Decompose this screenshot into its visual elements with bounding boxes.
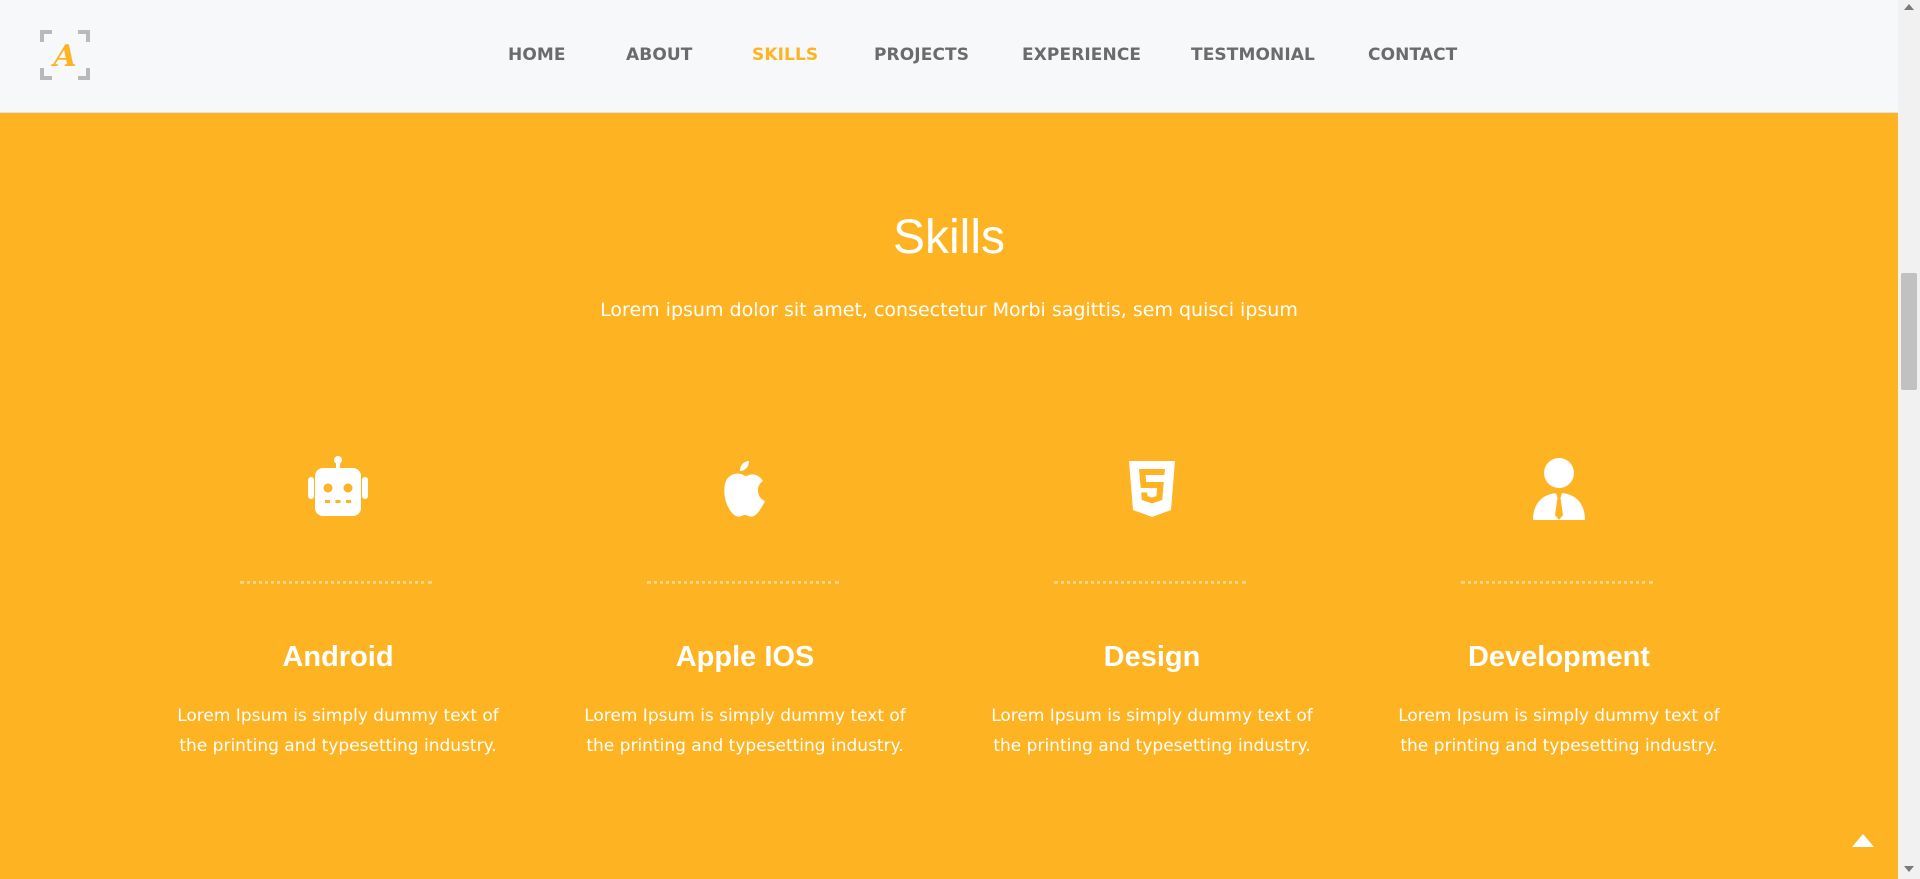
- nav-item-skills[interactable]: SKILLS: [752, 45, 818, 65]
- robot-icon: [298, 455, 378, 521]
- skill-card-development: Development Lorem Ipsum is simply dummy …: [1369, 455, 1749, 775]
- skill-card-android: Android Lorem Ipsum is simply dummy text…: [148, 455, 528, 775]
- nav-item-projects[interactable]: PROJECTS: [874, 45, 969, 65]
- skill-divider: [647, 581, 839, 584]
- nav-item-experience[interactable]: EXPERIENCE: [1022, 45, 1141, 65]
- skill-divider: [240, 581, 432, 584]
- skill-description: Lorem Ipsum is simply dummy text of the …: [177, 706, 499, 756]
- skill-name: Android: [282, 641, 394, 673]
- chevron-up-icon: [1852, 834, 1874, 847]
- html5-icon: [1112, 455, 1192, 521]
- nav-item-testmonial[interactable]: TESTMONIAL: [1191, 45, 1315, 65]
- skill-name: Design: [1103, 641, 1201, 673]
- page: A HOME ABOUT SKILLS PROJECTS EXPERIENCE …: [0, 0, 1898, 879]
- scroll-down-arrow-icon[interactable]: [1904, 866, 1914, 872]
- skill-card-design: Design Lorem Ipsum is simply dummy text …: [962, 455, 1342, 775]
- user-tie-icon: [1519, 455, 1599, 521]
- nav-item-about[interactable]: ABOUT: [626, 45, 692, 65]
- navbar: A HOME ABOUT SKILLS PROJECTS EXPERIENCE …: [0, 0, 1898, 113]
- nav-item-contact[interactable]: CONTACT: [1368, 45, 1457, 65]
- scrollbar-thumb[interactable]: [1901, 273, 1917, 390]
- scrollbar[interactable]: [1898, 0, 1920, 879]
- skill-divider: [1461, 581, 1653, 584]
- apple-icon: [705, 455, 785, 521]
- nav-menu: HOME ABOUT SKILLS PROJECTS EXPERIENCE TE…: [0, 0, 1898, 112]
- scroll-to-top-button[interactable]: [1850, 831, 1876, 849]
- skill-card-apple-ios: Apple IOS Lorem Ipsum is simply dummy te…: [555, 455, 935, 775]
- skill-divider: [1054, 581, 1246, 584]
- nav-item-home[interactable]: HOME: [508, 45, 566, 65]
- skill-description: Lorem Ipsum is simply dummy text of the …: [991, 706, 1313, 756]
- skill-description: Lorem Ipsum is simply dummy text of the …: [584, 706, 906, 756]
- scroll-up-arrow-icon[interactable]: [1904, 4, 1914, 10]
- section-title: Skills: [892, 211, 1005, 264]
- skill-name: Apple IOS: [675, 641, 815, 673]
- section-subtitle: Lorem ipsum dolor sit amet, consectetur …: [600, 299, 1298, 321]
- skill-name: Development: [1467, 641, 1651, 673]
- skill-description: Lorem Ipsum is simply dummy text of the …: [1398, 706, 1720, 756]
